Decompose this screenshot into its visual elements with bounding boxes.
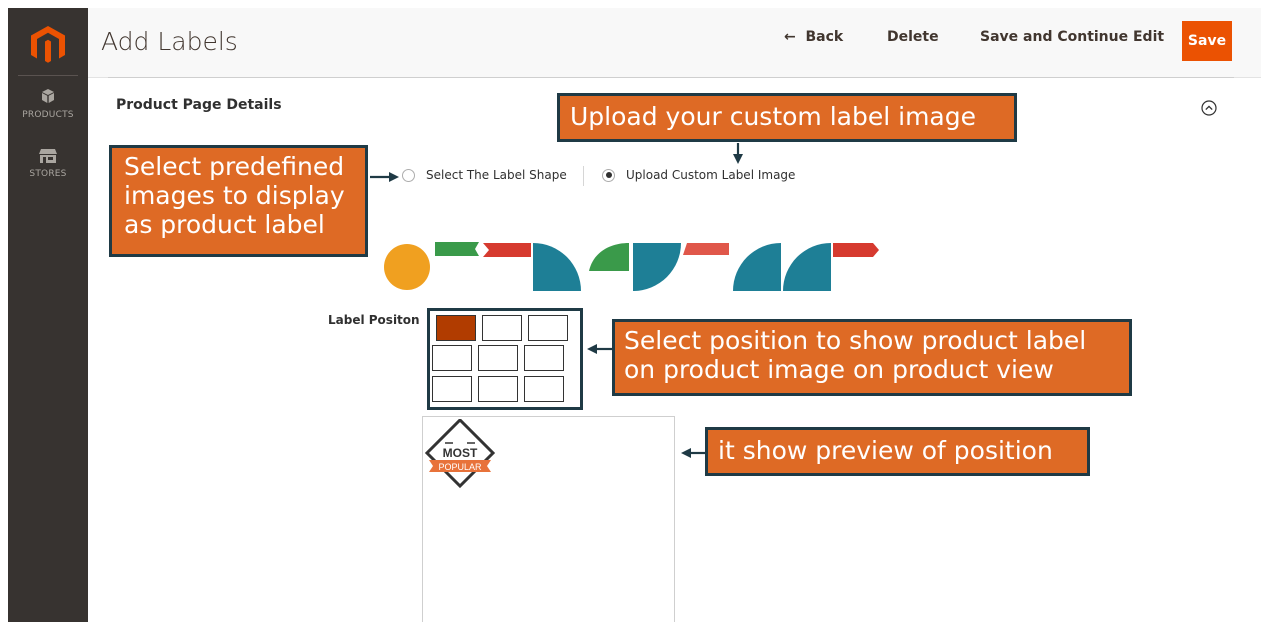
position-label: Label Positon	[328, 313, 420, 327]
position-cell-middle-left[interactable]	[432, 345, 472, 371]
badge-text-top: MOST	[443, 446, 478, 460]
label-position-preview: MOST POPULAR	[422, 416, 675, 622]
annotation-line: Select position to show product label	[624, 326, 1087, 355]
radio-label: Upload Custom Label Image	[626, 168, 796, 182]
position-cell-bottom-left[interactable]	[432, 376, 472, 402]
annotation-preview: it show preview of position	[705, 427, 1090, 476]
radio-separator	[583, 166, 584, 186]
page-title: Add Labels	[101, 27, 238, 56]
most-popular-badge: MOST POPULAR	[425, 419, 495, 489]
position-grid	[427, 308, 583, 410]
shape-option-tag-red[interactable]	[833, 243, 883, 259]
radio-select-label-shape[interactable]: Select The Label Shape	[402, 168, 567, 182]
save-and-continue-button[interactable]: Save and Continue Edit	[980, 29, 1164, 45]
shape-option-tab-red[interactable]	[683, 243, 733, 263]
annotation-line: as product label	[124, 209, 325, 239]
sidebar-item-products[interactable]: PRODUCTS	[8, 88, 88, 120]
annotation-line: on product image on product view	[624, 354, 1054, 384]
delete-button[interactable]: Delete	[887, 29, 939, 45]
annotation-line: images to display	[124, 180, 345, 210]
annotation-upload-custom: Upload your custom label image	[557, 93, 1017, 142]
position-cell-top-right[interactable]	[528, 315, 568, 341]
page-header: Add Labels ← Back Delete Save and Contin…	[88, 8, 1261, 78]
sidebar-item-label: PRODUCTS	[22, 110, 74, 120]
annotation-line: Select predefined	[124, 152, 345, 181]
position-cell-bottom-right[interactable]	[524, 376, 564, 402]
shape-option-circle[interactable]	[383, 243, 431, 291]
section-divider	[108, 77, 1234, 78]
back-button-label: Back	[805, 29, 844, 45]
chevron-up-circle-icon[interactable]	[1201, 100, 1217, 120]
sidebar-divider	[18, 75, 78, 76]
position-cell-top-center[interactable]	[482, 315, 522, 341]
badge-text-bottom: POPULAR	[438, 462, 482, 472]
admin-sidebar: PRODUCTS STORES	[8, 8, 88, 622]
cube-icon	[8, 88, 88, 108]
storefront-icon	[8, 148, 88, 167]
shape-option-quarter-right[interactable]	[633, 243, 683, 291]
section-title[interactable]: Product Page Details	[116, 97, 282, 113]
save-button[interactable]: Save	[1182, 21, 1232, 61]
radio-upload-custom-image[interactable]: Upload Custom Label Image	[602, 168, 795, 182]
annotation-predefined-images: Select predefined images to display as p…	[109, 145, 368, 257]
shape-option-quarter-bottom[interactable]	[733, 243, 783, 291]
magento-logo-icon[interactable]	[28, 24, 68, 66]
arrow-left-icon: ←	[784, 29, 796, 45]
radio-button[interactable]	[602, 168, 615, 182]
shape-option-quarter-top[interactable]	[783, 243, 833, 291]
annotation-select-position: Select position to show product label on…	[612, 319, 1132, 396]
shape-option-ribbon-green[interactable]	[435, 240, 485, 258]
shape-option-quarter-left[interactable]	[533, 243, 583, 291]
shape-option-ribbon-red[interactable]	[483, 243, 533, 259]
sidebar-item-label: STORES	[29, 169, 67, 179]
position-cell-bottom-center[interactable]	[478, 376, 518, 402]
shape-option-leaf-green[interactable]	[583, 243, 633, 273]
position-cell-middle-right[interactable]	[524, 345, 564, 371]
position-cell-middle-center[interactable]	[478, 345, 518, 371]
position-cell-top-left[interactable]	[436, 315, 476, 341]
radio-label: Select The Label Shape	[426, 168, 567, 182]
sidebar-item-stores[interactable]: STORES	[8, 148, 88, 179]
radio-button[interactable]	[402, 168, 415, 182]
back-button[interactable]: ← Back	[784, 29, 843, 45]
